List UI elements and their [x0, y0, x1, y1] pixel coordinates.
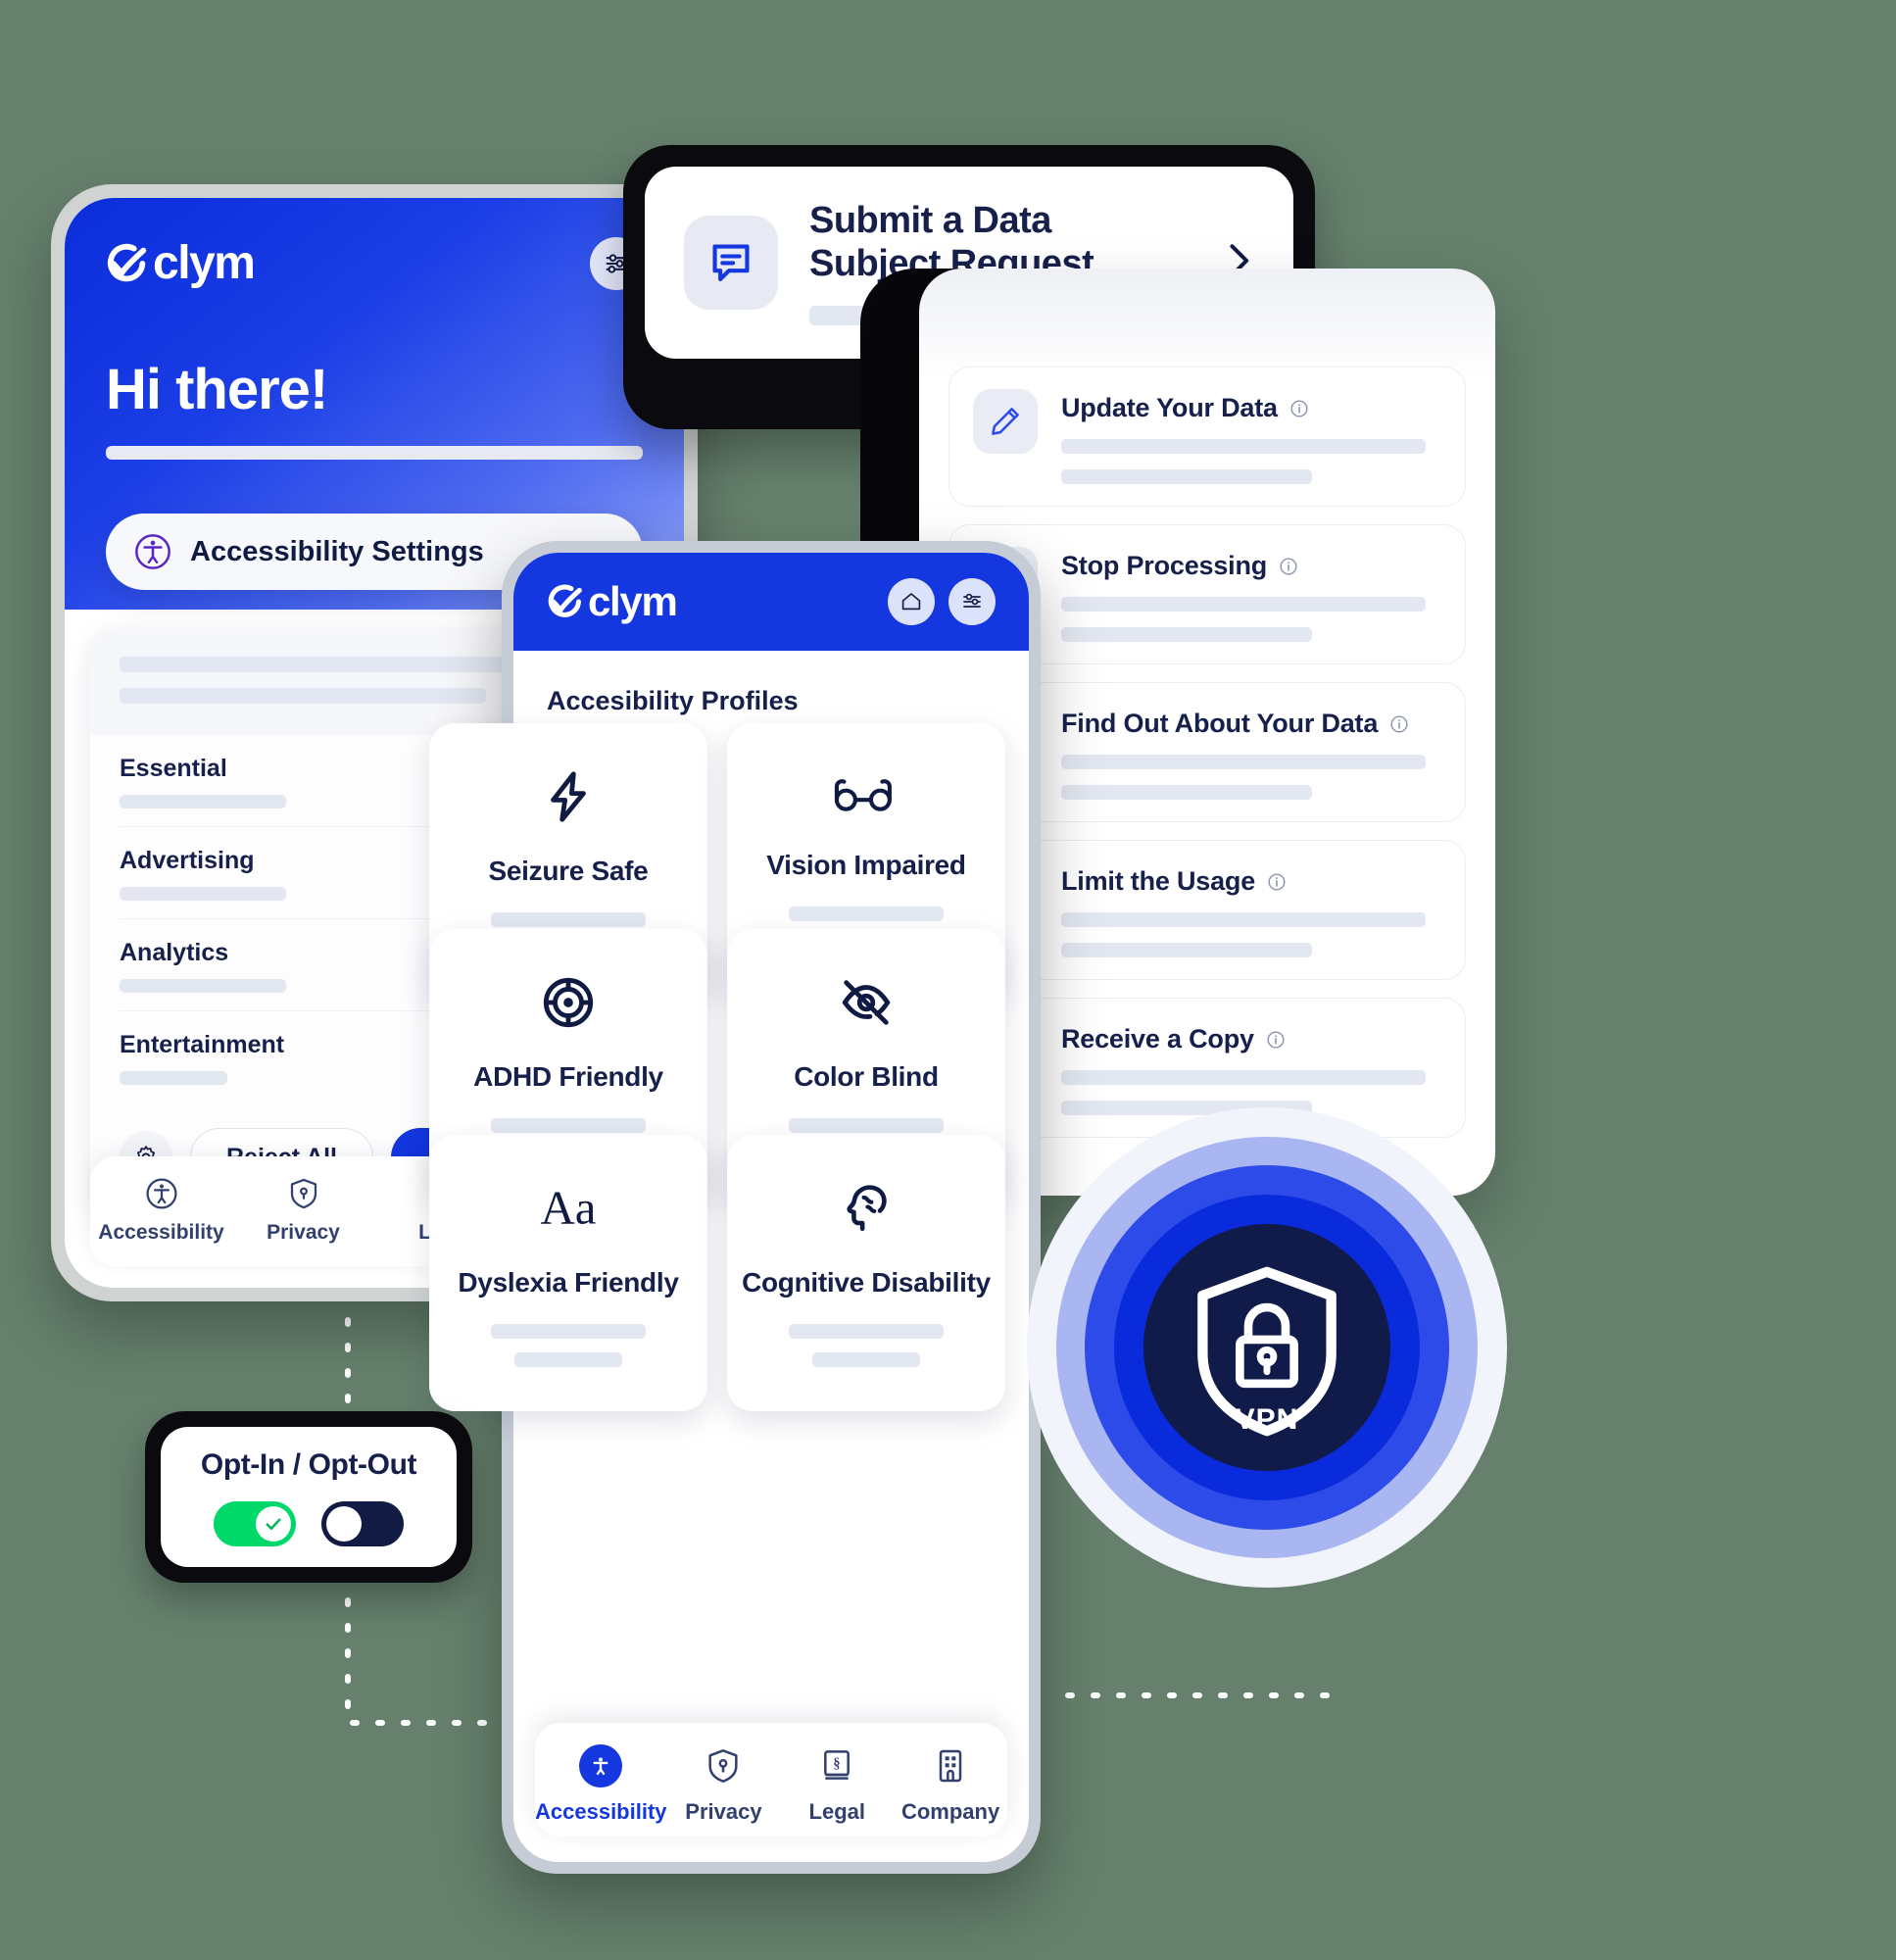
profile-description-placeholder — [789, 1118, 944, 1133]
nav-item-label: Privacy — [267, 1221, 340, 1244]
check-icon — [266, 1518, 281, 1530]
category-name: Analytics — [120, 939, 229, 966]
lightning-bolt-icon — [540, 768, 597, 830]
svg-text:Aa: Aa — [541, 1181, 597, 1235]
request-title: Stop Processing — [1061, 551, 1268, 580]
accessibility-profile-card[interactable]: Cognitive Disability — [727, 1135, 1005, 1411]
accessibility-active-badge — [579, 1744, 623, 1788]
accessibility-person-icon — [593, 1757, 608, 1776]
vpn-badge: VPN — [1027, 1107, 1507, 1588]
request-icon-tile — [973, 389, 1038, 454]
sliders-icon — [963, 593, 981, 608]
category-name: Entertainment — [120, 1031, 285, 1058]
accessibility-profile-card[interactable]: Aa Dyslexia Friendly — [429, 1135, 707, 1411]
nav-item-label: Accessibility — [98, 1221, 224, 1244]
greeting-text: Hi there! — [106, 358, 328, 421]
shield-key-icon — [290, 1178, 316, 1209]
info-icon[interactable] — [1266, 1030, 1286, 1050]
clym-logo: clym — [106, 237, 256, 289]
target-icon — [540, 974, 597, 1036]
accessibility-bottom-nav: Accessibility Privacy § Legal Company — [535, 1723, 1007, 1837]
vpn-ring-3: VPN — [1085, 1165, 1449, 1530]
clym-check-logo-icon — [548, 584, 582, 617]
shield-key-icon — [708, 1749, 739, 1783]
opt-in-toggle[interactable] — [214, 1500, 296, 1546]
vpn-ring-2: VPN — [1056, 1137, 1478, 1558]
sliders-button[interactable] — [948, 578, 996, 625]
dsr-title-line1: Submit a Data — [809, 200, 1051, 242]
category-description-placeholder — [120, 1071, 227, 1085]
building-icon — [939, 1749, 962, 1783]
category-name: Essential — [120, 755, 227, 782]
info-icon[interactable] — [1289, 399, 1309, 418]
header-chip-group — [888, 578, 996, 625]
clym-check-logo-icon — [107, 243, 147, 282]
greeting-placeholder-bar — [106, 446, 643, 460]
vpn-label: VPN — [1235, 1403, 1299, 1436]
profile-name: Cognitive Disability — [742, 1267, 991, 1298]
head-brain-icon — [838, 1180, 895, 1242]
info-icon[interactable] — [1267, 872, 1287, 892]
opt-in-opt-out-widget: Opt-In / Opt-Out — [161, 1427, 457, 1567]
info-icon[interactable] — [1279, 557, 1298, 576]
composition-stage: clym Hi there! Accessibility Settings Es… — [0, 0, 1896, 1960]
dsr-icon-tile — [684, 216, 778, 310]
profile-description-placeholder — [514, 1352, 622, 1367]
profile-description-placeholder — [491, 912, 646, 927]
request-title: Update Your Data — [1061, 393, 1278, 422]
legal-book-icon: § — [824, 1750, 851, 1780]
accessibility-person-icon — [135, 534, 170, 569]
request-title: Find Out About Your Data — [1061, 709, 1379, 738]
category-description-placeholder — [120, 795, 286, 808]
request-title: Receive a Copy — [1061, 1024, 1254, 1054]
vpn-ring-4: VPN — [1114, 1195, 1420, 1500]
profile-description-placeholder — [789, 1324, 944, 1339]
clym-wordmark: clym — [153, 237, 256, 289]
speech-bubble-icon — [712, 244, 750, 281]
profile-description-placeholder — [812, 1352, 920, 1367]
profile-name: Dyslexia Friendly — [458, 1267, 679, 1298]
profile-name: Seizure Safe — [488, 856, 649, 886]
pencil-icon — [992, 408, 1019, 435]
nav-item-company[interactable]: Company — [894, 1744, 1007, 1837]
list-item[interactable]: Update Your Data — [948, 367, 1466, 507]
home-button[interactable] — [888, 578, 935, 625]
aa-letters-icon: Aa — [526, 1180, 610, 1242]
glasses-icon — [832, 768, 900, 824]
accessibility-person-icon — [145, 1178, 177, 1209]
opt-toggle-row — [214, 1500, 404, 1546]
accessibility-header: clym — [513, 553, 1029, 651]
category-description-placeholder — [120, 979, 286, 993]
request-title: Limit the Usage — [1061, 866, 1256, 896]
profile-description-placeholder — [491, 1118, 646, 1133]
profile-name: ADHD Friendly — [473, 1061, 663, 1092]
category-name: Advertising — [120, 847, 255, 874]
profile-name: Vision Impaired — [766, 850, 966, 880]
profile-name: Color Blind — [794, 1061, 939, 1092]
opt-widget-frame: Opt-In / Opt-Out — [145, 1411, 472, 1583]
nav-item-privacy[interactable]: Privacy — [232, 1176, 374, 1245]
nav-item-accessibility[interactable]: Accessibility — [535, 1744, 667, 1837]
opt-widget-title: Opt-In / Opt-Out — [200, 1447, 417, 1481]
nav-item-label: Company — [900, 1799, 1000, 1824]
opt-out-toggle[interactable] — [321, 1500, 404, 1546]
profile-description-placeholder — [491, 1324, 646, 1339]
brand-row: clym — [106, 237, 643, 290]
nav-item-accessibility[interactable]: Accessibility — [90, 1176, 232, 1245]
nav-item-legal[interactable]: § Legal — [780, 1744, 894, 1837]
eye-off-icon — [838, 974, 895, 1036]
nav-item-privacy[interactable]: Privacy — [667, 1744, 781, 1837]
clym-logo: clym — [547, 578, 678, 625]
info-icon[interactable] — [1389, 714, 1409, 734]
clym-wordmark: clym — [588, 578, 678, 624]
nav-item-label: Accessibility — [535, 1799, 667, 1824]
nav-item-label: Legal — [808, 1799, 865, 1824]
profile-description-placeholder — [789, 906, 944, 921]
vpn-core: VPN — [1143, 1224, 1390, 1471]
svg-text:§: § — [834, 1756, 841, 1772]
nav-item-label: Privacy — [685, 1799, 762, 1824]
category-description-placeholder — [120, 887, 286, 901]
home-icon — [901, 593, 921, 611]
